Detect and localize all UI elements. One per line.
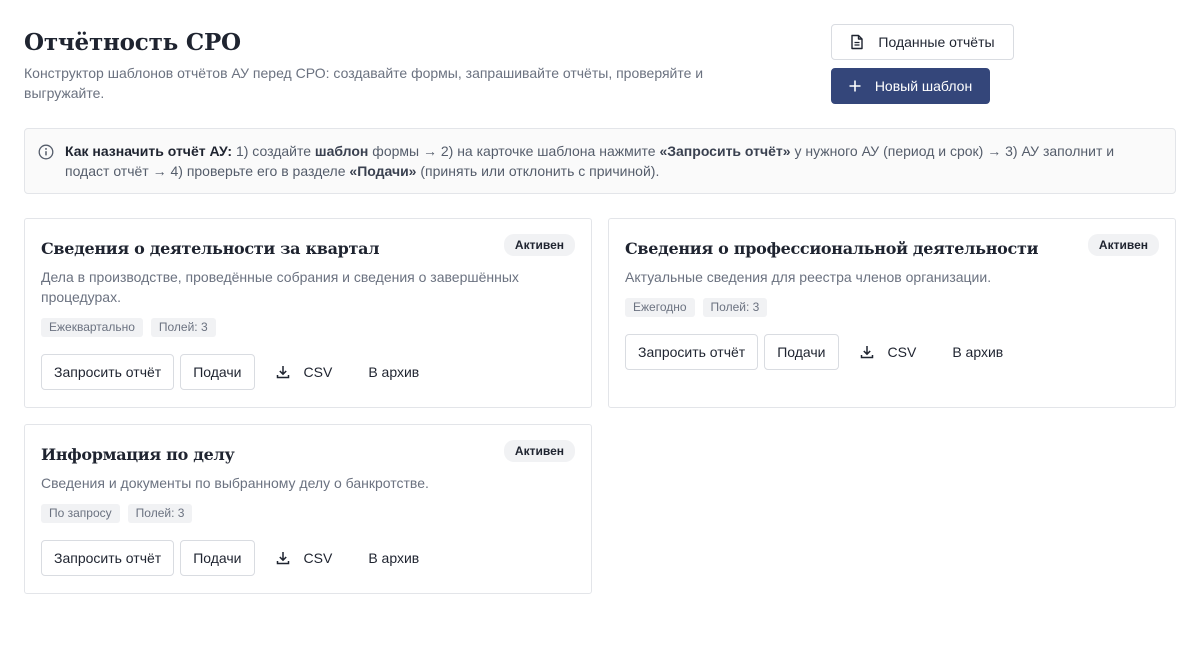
card-tags: Ежеквартально Полей: 3 (41, 318, 575, 337)
frequency-tag: По запросу (41, 504, 120, 523)
download-icon (276, 365, 290, 379)
info-part-2: формы → 2) на карточке шаблона нажмите (368, 143, 660, 159)
info-keyword-request: «Запросить отчёт» (659, 143, 791, 159)
download-icon (860, 345, 874, 359)
frequency-tag: Ежегодно (625, 298, 695, 317)
card-actions: Запросить отчёт Подачи CSV В архив (41, 354, 575, 390)
plus-icon (849, 80, 861, 92)
new-template-label: Новый шаблон (874, 78, 973, 94)
template-card: Информация по делу Активен Сведения и до… (24, 424, 592, 594)
csv-label: CSV (303, 550, 333, 566)
download-icon (276, 551, 290, 565)
request-report-button[interactable]: Запросить отчёт (41, 540, 175, 576)
template-card: Сведения о профессиональной деятельности… (608, 218, 1176, 408)
submissions-button[interactable]: Подачи (764, 334, 839, 370)
csv-label: CSV (887, 344, 917, 360)
new-template-button[interactable]: Новый шаблон (831, 68, 990, 104)
info-text: Как назначить отчёт АУ: 1) создайте шабл… (65, 143, 1114, 179)
card-actions: Запросить отчёт Подачи CSV В архив (41, 540, 575, 576)
fields-count-tag: Полей: 3 (127, 504, 193, 523)
frequency-tag: Ежеквартально (41, 318, 143, 337)
fields-count-tag: Полей: 3 (702, 298, 768, 317)
status-badge: Активен (503, 440, 575, 462)
csv-export-button[interactable]: CSV (261, 540, 348, 576)
status-badge: Активен (503, 234, 575, 256)
archive-button[interactable]: В архив (353, 354, 434, 390)
info-part-1: 1) создайте (232, 143, 315, 159)
submitted-reports-label: Поданные отчёты (878, 34, 995, 50)
info-lead: Как назначить отчёт АУ: (65, 143, 233, 159)
card-description: Сведения и документы по выбранному делу … (41, 475, 429, 491)
csv-label: CSV (303, 364, 333, 380)
page-title: Отчётность СРО (24, 29, 241, 56)
document-icon (850, 34, 864, 50)
submitted-reports-button[interactable]: Поданные отчёты (831, 24, 1014, 60)
card-description: Дела в производстве, проведённые собрани… (41, 269, 519, 305)
card-actions: Запросить отчёт Подачи CSV В архив (625, 334, 1159, 370)
template-card: Сведения о деятельности за квартал Актив… (24, 218, 592, 408)
info-icon (38, 144, 54, 165)
request-report-button[interactable]: Запросить отчёт (41, 354, 175, 390)
card-description: Актуальные сведения для реестра членов о… (625, 269, 992, 285)
csv-export-button[interactable]: CSV (261, 354, 348, 390)
info-part-4: (принять или отклонить с причиной). (416, 163, 660, 179)
card-title: Сведения о деятельности за квартал (41, 239, 380, 258)
card-tags: Ежегодно Полей: 3 (625, 298, 1159, 317)
csv-export-button[interactable]: CSV (845, 334, 932, 370)
archive-button[interactable]: В архив (937, 334, 1018, 370)
request-report-button[interactable]: Запросить отчёт (625, 334, 759, 370)
info-keyword-template: шаблон (314, 143, 369, 159)
info-banner: Как назначить отчёт АУ: 1) создайте шабл… (24, 128, 1176, 194)
archive-button[interactable]: В архив (353, 540, 434, 576)
fields-count-tag: Полей: 3 (150, 318, 216, 337)
page-subtitle: Конструктор шаблонов отчётов АУ перед СР… (24, 65, 704, 101)
card-title: Информация по делу (41, 445, 235, 464)
card-tags: По запросу Полей: 3 (41, 504, 575, 523)
submissions-button[interactable]: Подачи (180, 354, 255, 390)
submissions-button[interactable]: Подачи (180, 540, 255, 576)
page-header: Отчётность СРО Конструктор шаблонов отчё… (24, 28, 784, 103)
info-keyword-submissions: «Подачи» (349, 163, 417, 179)
card-title: Сведения о профессиональной деятельности (625, 239, 1039, 258)
status-badge: Активен (1087, 234, 1159, 256)
header-actions: Поданные отчёты Новый шаблон (831, 24, 1014, 104)
